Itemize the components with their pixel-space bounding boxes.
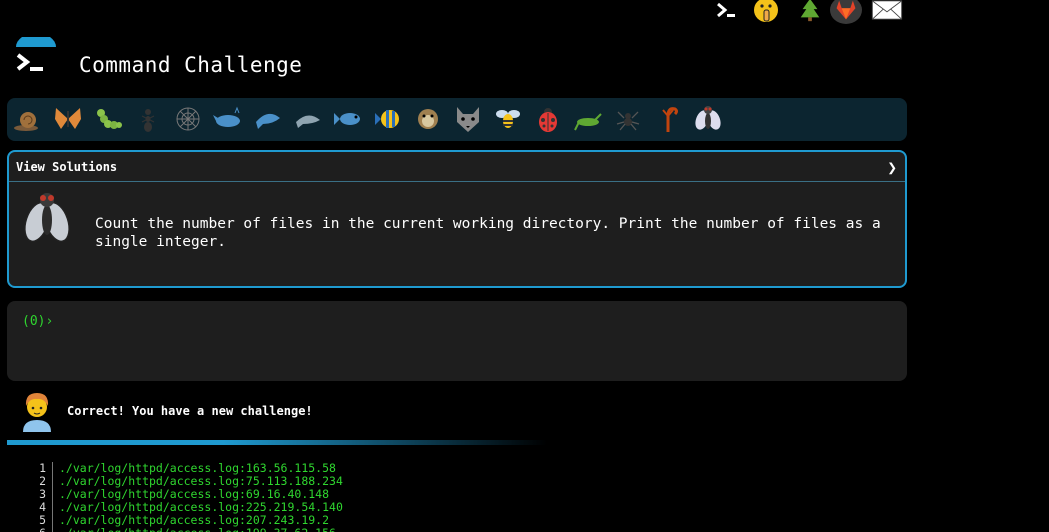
bee-icon[interactable] — [492, 102, 524, 136]
ladybug-icon[interactable] — [532, 102, 564, 136]
wolf-icon[interactable] — [452, 102, 484, 136]
page-title: Command Challenge — [79, 53, 303, 77]
fly-icon-large — [21, 190, 73, 248]
cricket-icon[interactable] — [572, 102, 604, 136]
fly-icon[interactable] — [692, 102, 724, 136]
output-line: 6./var/log/httpd/access.log:199.37.62.15… — [30, 527, 530, 532]
challenge-description: Count the number of files in the current… — [95, 216, 881, 250]
butterfly-icon[interactable] — [52, 102, 84, 136]
line-number: 6 — [30, 527, 53, 532]
spider-web-icon[interactable] — [172, 102, 204, 136]
chevron-right-icon[interactable]: ❯ — [887, 158, 897, 177]
ant-icon[interactable] — [132, 102, 164, 136]
view-solutions-toggle[interactable]: View Solutions ❯ — [9, 152, 905, 182]
terminal-prompt: (0)› — [22, 314, 54, 329]
fish-icon[interactable] — [332, 102, 364, 136]
command-output: 1 ./var/log/httpd/access.log:163.56.115.5… — [30, 462, 530, 532]
line-text: ./var/log/httpd/access.log:199.37.62.156 — [53, 527, 336, 532]
challenge-animal-bar — [7, 98, 907, 141]
tree-icon[interactable] — [794, 0, 826, 24]
view-solutions-label: View Solutions — [16, 160, 118, 174]
mail-icon[interactable] — [871, 0, 903, 24]
spider-icon[interactable] — [612, 102, 644, 136]
terminal-input[interactable]: (0)› — [7, 301, 907, 381]
snail-icon[interactable] — [12, 102, 44, 136]
tropical-fish-icon[interactable] — [372, 102, 404, 136]
challenge-panel: View Solutions ❯ Count the number of fil… — [7, 150, 907, 288]
terminal-icon[interactable] — [710, 0, 742, 24]
scorpion-icon[interactable] — [652, 102, 684, 136]
progress-divider — [7, 440, 547, 445]
gitlab-icon[interactable] — [830, 0, 862, 24]
blowfish-icon[interactable] — [412, 102, 444, 136]
person-avatar-icon — [20, 390, 54, 432]
whale-icon[interactable] — [212, 102, 244, 136]
shushing-face-icon[interactable] — [750, 0, 782, 24]
feedback-message: Correct! You have a new challenge! — [67, 404, 313, 418]
logo-icon — [14, 33, 58, 79]
caterpillar-icon[interactable] — [92, 102, 124, 136]
dolphin-icon-2[interactable] — [292, 102, 324, 136]
top-icons — [708, 0, 908, 24]
dolphin-icon[interactable] — [252, 102, 284, 136]
